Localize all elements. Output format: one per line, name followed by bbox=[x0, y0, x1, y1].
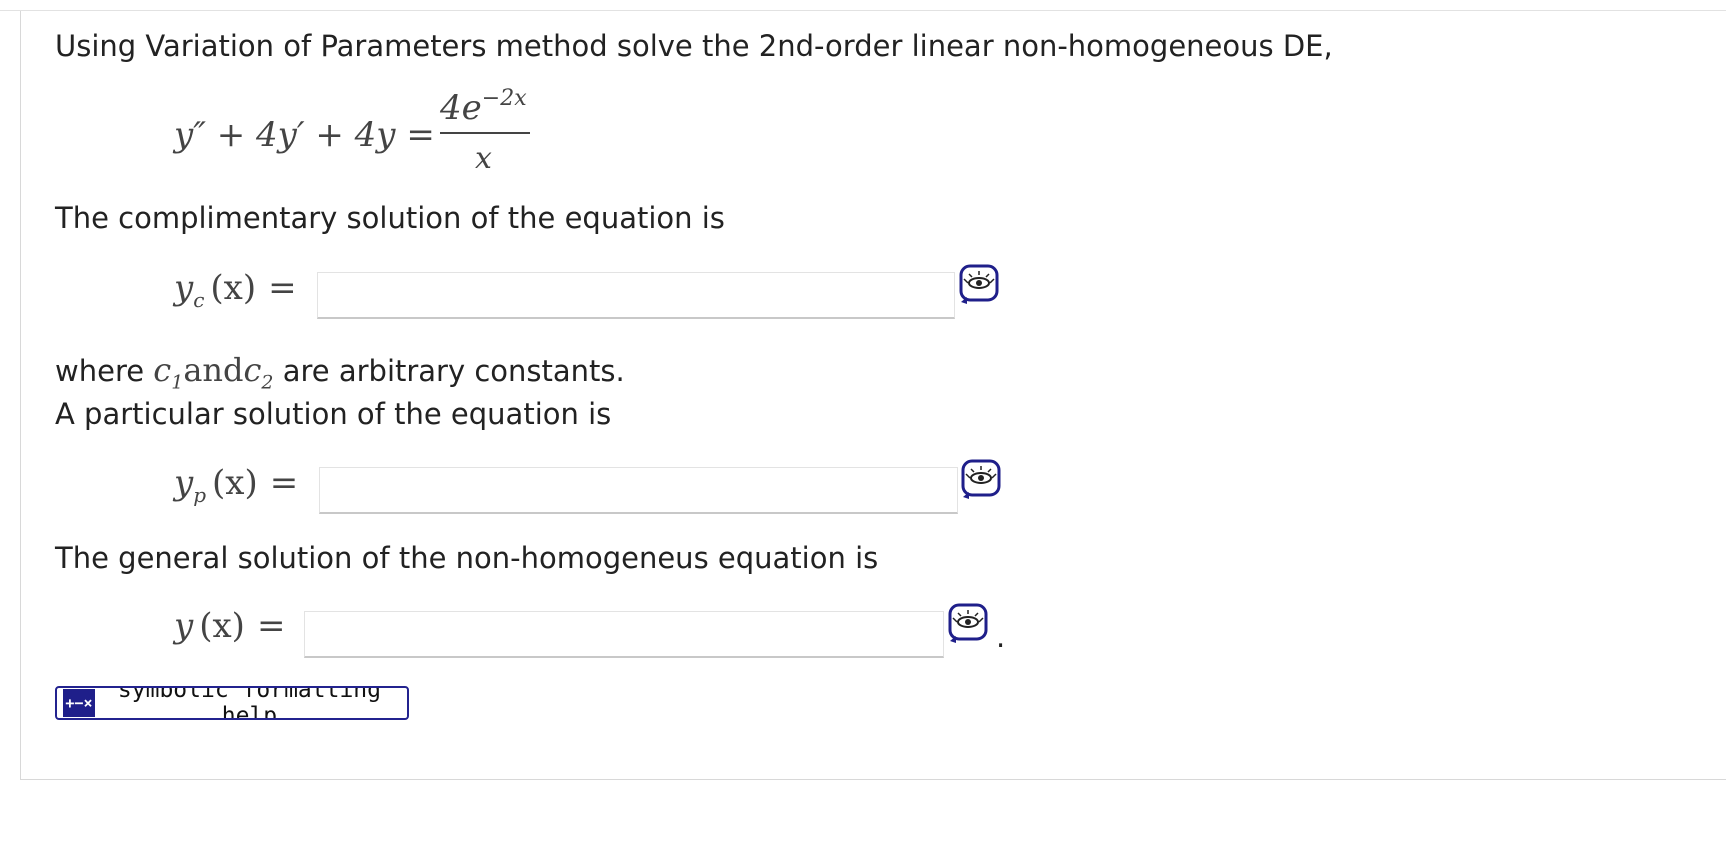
preview-yc-icon[interactable] bbox=[959, 264, 1000, 305]
yc-label: yc (x) = bbox=[174, 268, 297, 312]
plus-minus-times-icon: +−× bbox=[63, 689, 95, 717]
complementary-prompt: The complimentary solution of the equati… bbox=[55, 201, 725, 235]
problem-statement: Using Variation of Parameters method sol… bbox=[55, 29, 1333, 63]
preview-yp-icon[interactable] bbox=[961, 459, 1002, 500]
help-label: symbolic formatting help bbox=[117, 686, 382, 720]
y-label: y (x) = bbox=[174, 606, 286, 646]
particular-prompt: A particular solution of the equation is bbox=[55, 397, 612, 431]
y-answer-input[interactable] bbox=[304, 611, 944, 658]
fraction-bar bbox=[440, 132, 530, 134]
yc-answer-input[interactable] bbox=[317, 272, 955, 319]
general-prompt: The general solution of the non-homogene… bbox=[55, 541, 879, 575]
yp-label: yp (x) = bbox=[174, 463, 299, 507]
symbolic-formatting-help-button[interactable]: +−× symbolic formatting help bbox=[55, 686, 409, 720]
equation-lhs: y″ + 4y′ + 4y = bbox=[174, 115, 435, 155]
equation-numerator: 4e−2x bbox=[440, 86, 527, 128]
yp-answer-input[interactable] bbox=[319, 467, 958, 514]
equation-denominator: x bbox=[475, 141, 492, 176]
preview-y-icon[interactable] bbox=[948, 603, 989, 644]
trailing-period: . bbox=[996, 620, 1006, 654]
constants-line: where c1andc2 are arbitrary constants. bbox=[55, 351, 625, 394]
